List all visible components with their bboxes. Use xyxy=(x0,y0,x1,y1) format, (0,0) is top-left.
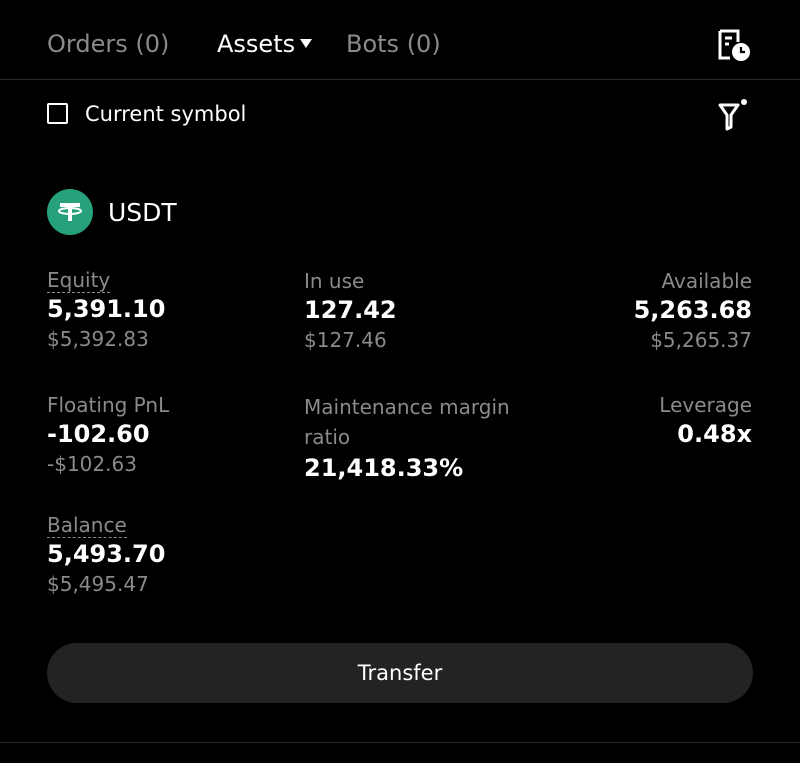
tab-orders[interactable]: Orders (0) xyxy=(47,28,169,60)
tab-assets[interactable]: Assets xyxy=(217,28,313,60)
equity-label[interactable]: Equity xyxy=(47,268,111,293)
balance-usd: $5,495.47 xyxy=(47,572,149,596)
in-use-metric: In use 127.42 $127.46 xyxy=(304,268,397,354)
in-use-label: In use xyxy=(304,269,365,293)
tab-bots[interactable]: Bots (0) xyxy=(346,28,441,60)
maintenance-margin-ratio-metric: Maintenance margin ratio 21,418.33% xyxy=(304,392,534,484)
tab-bar: Orders (0) Assets Bots (0) xyxy=(0,0,800,80)
history-button[interactable] xyxy=(716,28,752,62)
leverage-label: Leverage xyxy=(659,393,752,417)
maintenance-margin-ratio-label: Maintenance margin ratio xyxy=(304,395,510,449)
leverage-value: 0.48x xyxy=(677,420,752,448)
balance-label[interactable]: Balance xyxy=(47,513,127,538)
filter-row: Current symbol xyxy=(0,92,800,138)
available-usd: $5,265.37 xyxy=(650,328,752,352)
current-symbol-checkbox[interactable] xyxy=(47,103,68,124)
equity-usd: $5,392.83 xyxy=(47,327,149,351)
in-use-value: 127.42 xyxy=(304,296,397,324)
maintenance-margin-ratio-value: 21,418.33% xyxy=(304,454,464,482)
balance-metric: Balance 5,493.70 $5,495.47 xyxy=(47,513,165,598)
available-metric: Available 5,263.68 $5,265.37 xyxy=(634,268,752,354)
caret-down-icon xyxy=(300,39,313,48)
available-label: Available xyxy=(661,269,752,293)
filter-button[interactable] xyxy=(718,98,750,132)
available-value: 5,263.68 xyxy=(633,296,752,324)
floating-pnl-value: -102.60 xyxy=(47,420,150,448)
equity-value: 5,391.10 xyxy=(47,295,166,323)
current-symbol-label[interactable]: Current symbol xyxy=(85,100,246,128)
filter-icon xyxy=(718,99,747,131)
floating-pnl-label: Floating PnL xyxy=(47,393,170,417)
transfer-button-label: Transfer xyxy=(357,661,443,685)
floating-pnl-metric: Floating PnL -102.60 -$102.63 xyxy=(47,392,169,478)
leverage-metric: Leverage 0.48x xyxy=(659,392,752,450)
equity-metric: Equity 5,391.10 $5,392.83 xyxy=(47,268,165,353)
divider xyxy=(0,742,800,743)
history-clock-icon xyxy=(718,29,750,61)
floating-pnl-usd: -$102.63 xyxy=(47,452,137,476)
tether-icon xyxy=(47,189,93,235)
asset-symbol: USDT xyxy=(108,198,177,227)
tab-assets-label: Assets xyxy=(217,30,296,58)
in-use-usd: $127.46 xyxy=(304,328,387,352)
balance-value: 5,493.70 xyxy=(47,540,166,568)
transfer-button[interactable]: Transfer xyxy=(47,643,753,703)
